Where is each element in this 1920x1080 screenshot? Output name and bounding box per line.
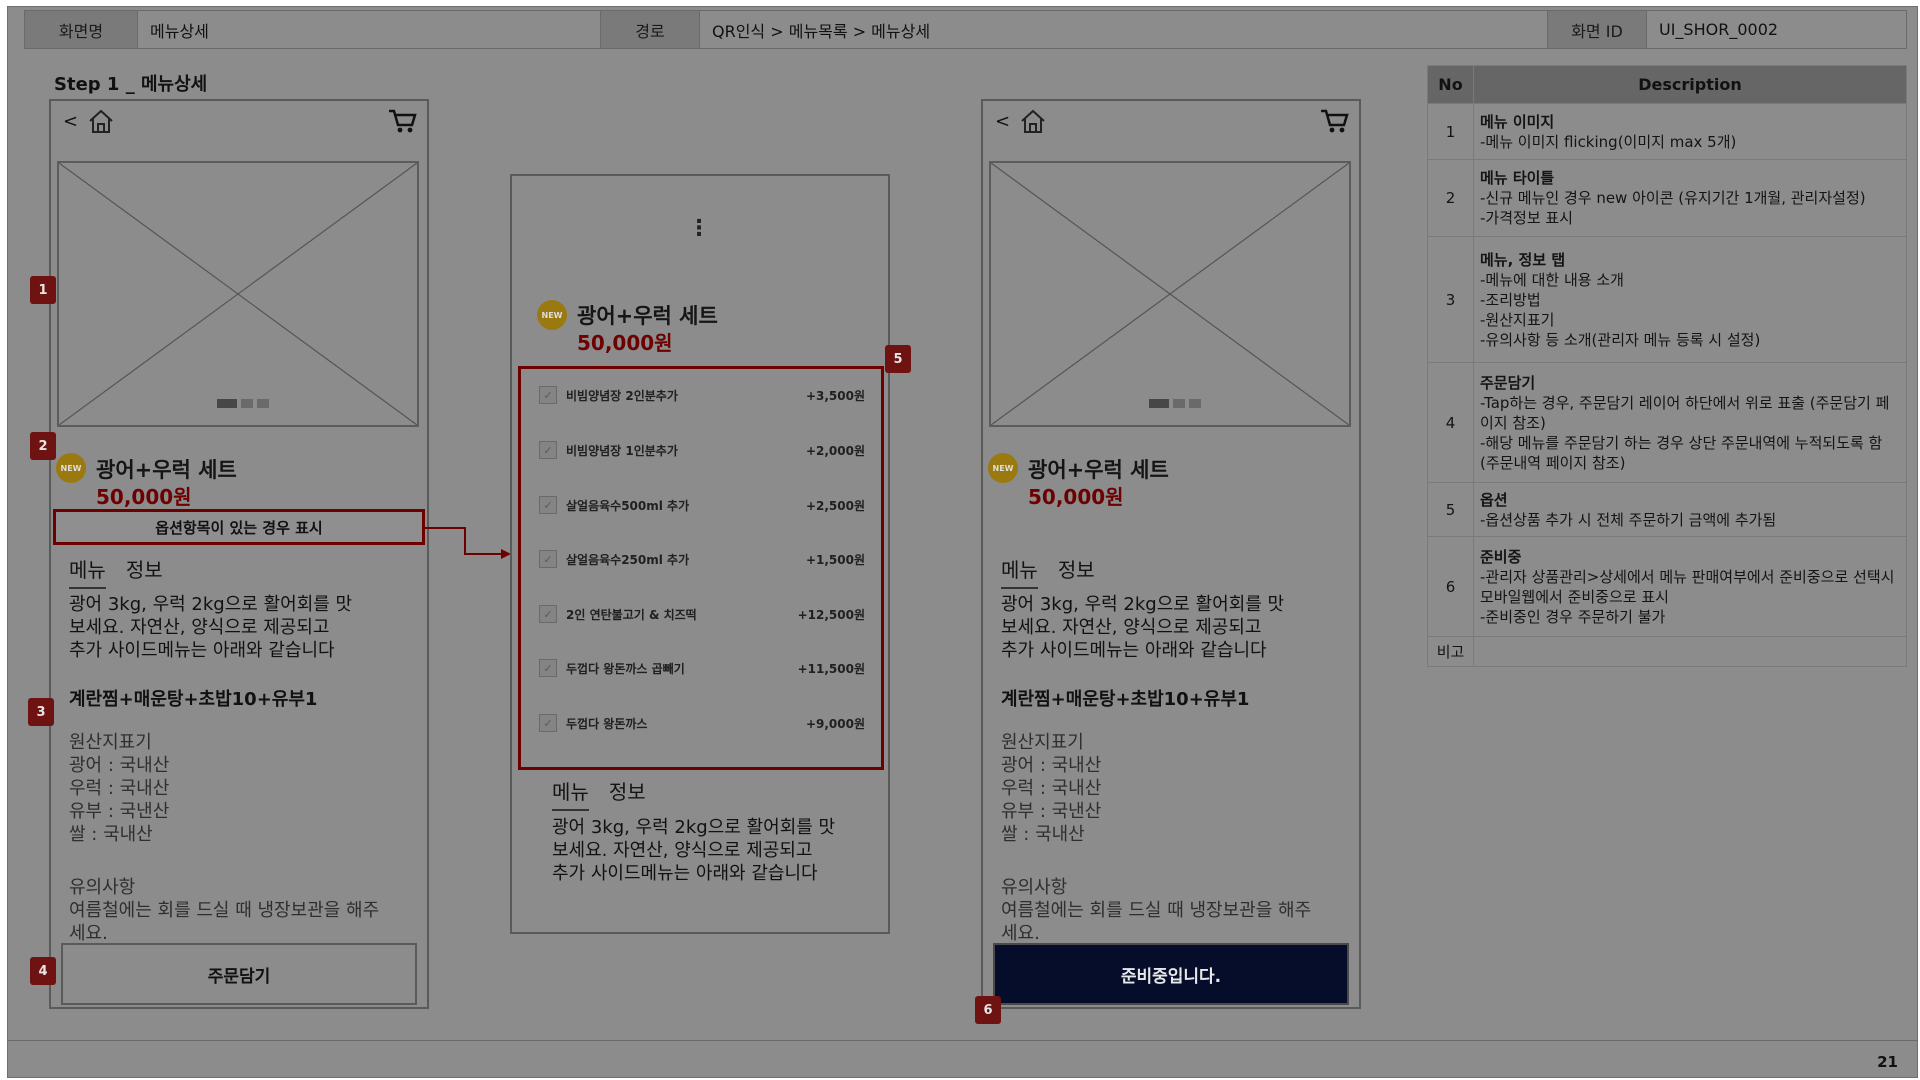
table-row: 5 옵션 -옵션상품 추가 시 전체 주문하기 금액에 추가됨 bbox=[1427, 482, 1907, 537]
menu-info-tabs: 메뉴 정보 bbox=[552, 776, 646, 811]
table-row: 4 주문담기 -Tap하는 경우, 주문담기 레이어 하단에서 위로 표출 (주… bbox=[1427, 362, 1907, 483]
marker-1: 1 bbox=[30, 276, 56, 304]
screen-name-label: 화면명 bbox=[25, 11, 138, 48]
table-row: 3 메뉴, 정보 탭 -메뉴에 대한 내용 소개 -조리방법 -원산지표기 -유… bbox=[1427, 236, 1907, 363]
screen-id-label: 화면 ID bbox=[1548, 11, 1647, 48]
menu-intro: 광어 3kg, 우럭 2kg으로 활어회를 맛 보세요. 자연산, 양식으로 제… bbox=[1001, 594, 1285, 661]
set-items: 계란찜+매운탕+초밥10+유부1 bbox=[1001, 689, 1250, 710]
phone-preparing: < NEW 광어+우럭 세트 50,000원 메뉴 정보 광어 3kg, 우럭 … bbox=[981, 99, 1361, 1009]
menu-image-placeholder[interactable] bbox=[57, 161, 419, 427]
image-pager bbox=[217, 399, 269, 408]
menu-price: 50,000원 bbox=[96, 485, 192, 509]
option-row[interactable]: ✓ 비빔양념장 2인분추가 +3,500원 bbox=[539, 383, 865, 407]
col-no-header: No bbox=[1427, 65, 1474, 104]
table-row: 6 준비중 -관리자 상품관리>상세에서 메뉴 판매여부에서 준비중으로 선택시… bbox=[1427, 536, 1907, 637]
checkbox-icon[interactable]: ✓ bbox=[539, 605, 557, 623]
option-row[interactable]: ✓ 살얼음육수250ml 추가 +1,500원 bbox=[539, 547, 865, 571]
menu-price: 50,000원 bbox=[1028, 485, 1124, 509]
marker-4: 4 bbox=[30, 957, 56, 985]
tab-menu[interactable]: 메뉴 bbox=[69, 554, 106, 589]
marker-6: 6 bbox=[975, 996, 1001, 1024]
notice-info: 유의사항 여름철에는 회를 드실 때 냉장보관을 해주 세요. bbox=[1001, 877, 1312, 944]
new-badge-icon: NEW bbox=[56, 453, 86, 483]
table-row: 1 메뉴 이미지 -메뉴 이미지 flicking(이미지 max 5개) bbox=[1427, 103, 1907, 160]
step-title: Step 1 _ 메뉴상세 bbox=[54, 74, 208, 95]
image-pager bbox=[1149, 399, 1201, 408]
menu-image-placeholder[interactable] bbox=[989, 161, 1351, 427]
cart-icon[interactable] bbox=[387, 107, 417, 135]
checkbox-icon[interactable]: ✓ bbox=[539, 550, 557, 568]
menu-info-tabs: 메뉴 정보 bbox=[69, 554, 163, 589]
cart-icon[interactable] bbox=[1319, 107, 1349, 135]
more-options-icon[interactable]: ⋮ bbox=[688, 216, 710, 241]
option-note-highlight: 옵션항목이 있는 경우 표시 bbox=[53, 509, 425, 545]
tab-info[interactable]: 정보 bbox=[609, 776, 646, 811]
preparing-button: 준비중입니다. bbox=[993, 943, 1349, 1005]
menu-title: 광어+우럭 세트 bbox=[1028, 458, 1169, 482]
home-icon[interactable] bbox=[1019, 107, 1047, 135]
checkbox-icon[interactable]: ✓ bbox=[539, 659, 557, 677]
option-row[interactable]: ✓ 두껍다 왕돈까스 곱빼기 +11,500원 bbox=[539, 656, 865, 680]
checkbox-icon[interactable]: ✓ bbox=[539, 386, 557, 404]
menu-intro: 광어 3kg, 우럭 2kg으로 활어회를 맛 보세요. 자연산, 양식으로 제… bbox=[69, 594, 353, 661]
menu-title: 광어+우럭 세트 bbox=[577, 304, 718, 328]
option-row[interactable]: ✓ 살얼음육수500ml 추가 +2,500원 bbox=[539, 493, 865, 517]
connector-arrow-icon bbox=[423, 527, 511, 559]
tab-menu[interactable]: 메뉴 bbox=[552, 776, 589, 811]
menu-info-tabs: 메뉴 정보 bbox=[1001, 554, 1095, 589]
screen-id-value: UI_SHOR_0002 bbox=[1659, 20, 1779, 39]
path-value: QR인식 > 메뉴목록 > 메뉴상세 bbox=[700, 11, 1548, 48]
checkbox-icon[interactable]: ✓ bbox=[539, 714, 557, 732]
tab-menu[interactable]: 메뉴 bbox=[1001, 554, 1038, 589]
path-label: 경로 bbox=[601, 11, 700, 48]
marker-5: 5 bbox=[885, 345, 911, 373]
phone-options-popup: ⋮ NEW 광어+우럭 세트 50,000원 ✓ 비빔양념장 2인분추가 +3,50… bbox=[510, 174, 890, 934]
option-list: ✓ 비빔양념장 2인분추가 +3,500원 ✓ 비빔양념장 1인분추가 +2,000원 … bbox=[518, 366, 884, 770]
checkbox-icon[interactable]: ✓ bbox=[539, 496, 557, 514]
notice-info: 유의사항 여름철에는 회를 드실 때 냉장보관을 해주 세요. bbox=[69, 877, 380, 944]
tab-info[interactable]: 정보 bbox=[126, 554, 163, 589]
phone-menu-detail: < NEW 광어+우럭 세트 50,000원 옵션항목이 있는 경우 표시 메뉴… bbox=[49, 99, 429, 1009]
back-button[interactable]: < bbox=[995, 111, 1010, 132]
back-button[interactable]: < bbox=[63, 111, 78, 132]
marker-3: 3 bbox=[28, 698, 54, 726]
origin-info: 원산지표기 광어 : 국내산 우럭 : 국내산 유부 : 국낸산 쌀 : 국내산 bbox=[1001, 732, 1102, 845]
menu-title: 광어+우럭 세트 bbox=[96, 458, 237, 482]
table-row: 2 메뉴 타이틀 -신규 메뉴인 경우 new 아이콘 (유지기간 1개월, 관… bbox=[1427, 159, 1907, 237]
marker-2: 2 bbox=[30, 432, 56, 460]
option-row[interactable]: ✓ 2인 연탄불고기 & 치즈떡 +12,500원 bbox=[539, 602, 865, 626]
menu-price: 50,000원 bbox=[577, 331, 673, 355]
screen-name-value: 메뉴상세 bbox=[138, 11, 601, 48]
new-badge-icon: NEW bbox=[988, 453, 1018, 483]
footer-divider bbox=[7, 1040, 1918, 1041]
option-row[interactable]: ✓ 비빔양념장 1인분추가 +2,000원 bbox=[539, 438, 865, 462]
menu-intro: 광어 3kg, 우럭 2kg으로 활어회를 맛 보세요. 자연산, 양식으로 제… bbox=[552, 817, 836, 884]
home-icon[interactable] bbox=[87, 107, 115, 135]
tab-info[interactable]: 정보 bbox=[1058, 554, 1095, 589]
page-number: 21 bbox=[1877, 1053, 1898, 1071]
screen-info-header: 화면명 메뉴상세 경로 QR인식 > 메뉴목록 > 메뉴상세 화면 ID UI_… bbox=[24, 10, 1907, 49]
description-table: No Description 1 메뉴 이미지 -메뉴 이미지 flicking… bbox=[1427, 65, 1907, 667]
col-description-header: Description bbox=[1473, 65, 1907, 104]
set-items: 계란찜+매운탕+초밥10+유부1 bbox=[69, 689, 318, 710]
option-row[interactable]: ✓ 두껍다 왕돈까스 +9,000원 bbox=[539, 711, 865, 735]
new-badge-icon: NEW bbox=[537, 300, 567, 330]
origin-info: 원산지표기 광어 : 국내산 우럭 : 국내산 유부 : 국낸산 쌀 : 국내산 bbox=[69, 732, 170, 845]
add-to-cart-button[interactable]: 주문담기 bbox=[61, 943, 417, 1005]
table-row: 비고 bbox=[1427, 636, 1907, 667]
checkbox-icon[interactable]: ✓ bbox=[539, 441, 557, 459]
